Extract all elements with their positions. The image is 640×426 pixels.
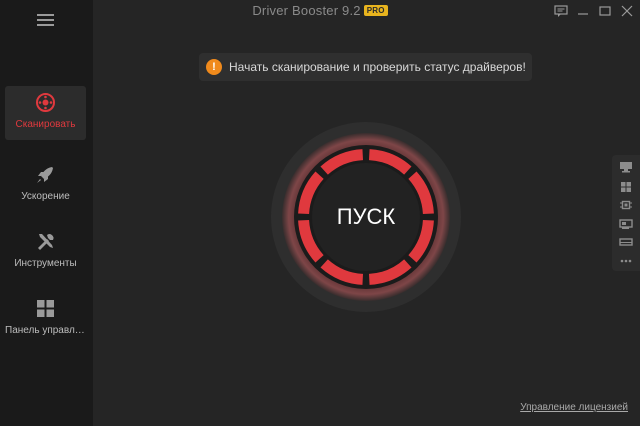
scan-target-icon [36,93,55,112]
sidebar-item-label: Сканировать [15,119,76,130]
windows-icon[interactable] [619,181,633,193]
network-card-icon[interactable] [619,218,633,230]
drive-icon[interactable] [619,236,633,248]
sidebar-item-label: Ускорение [21,191,70,202]
grid-icon [37,300,54,317]
sidebar-item-control-panel[interactable]: Панель управления [5,292,86,346]
sidebar-item-label: Панель управления [5,325,86,336]
scan-notice: ! Начать сканирование и проверить статус… [199,53,532,81]
feedback-icon[interactable] [554,5,568,17]
sidebar-item-label: Инструменты [14,258,77,269]
tools-icon [38,234,54,250]
hardware-quick-panel [612,155,640,271]
sidebar: Сканировать Ускорение Инструменты Панель… [0,0,93,426]
chip-icon[interactable] [619,199,633,211]
notice-text: Начать сканирование и проверить статус д… [229,60,526,74]
start-scan-label: ПУСК [337,204,396,229]
info-icon: ! [206,59,222,75]
start-scan-button[interactable]: ПУСК [270,121,462,313]
close-icon[interactable] [620,5,634,17]
pro-badge: PRO [363,5,388,16]
app-title: Driver Booster 9.2 PRO [0,3,640,18]
rocket-icon [37,167,53,183]
sidebar-item-scan[interactable]: Сканировать [5,86,86,140]
app-title-text: Driver Booster 9.2 [252,3,361,18]
more-icon[interactable] [619,255,633,267]
scan-button-container: ПУСК [270,121,462,313]
maximize-icon[interactable] [598,5,612,17]
monitor-icon[interactable] [619,161,633,173]
minimize-icon[interactable] [576,5,590,17]
license-management-link[interactable]: Управление лицензией [520,402,628,413]
sidebar-item-boost[interactable]: Ускорение [5,158,86,212]
sidebar-item-tools[interactable]: Инструменты [5,225,86,279]
